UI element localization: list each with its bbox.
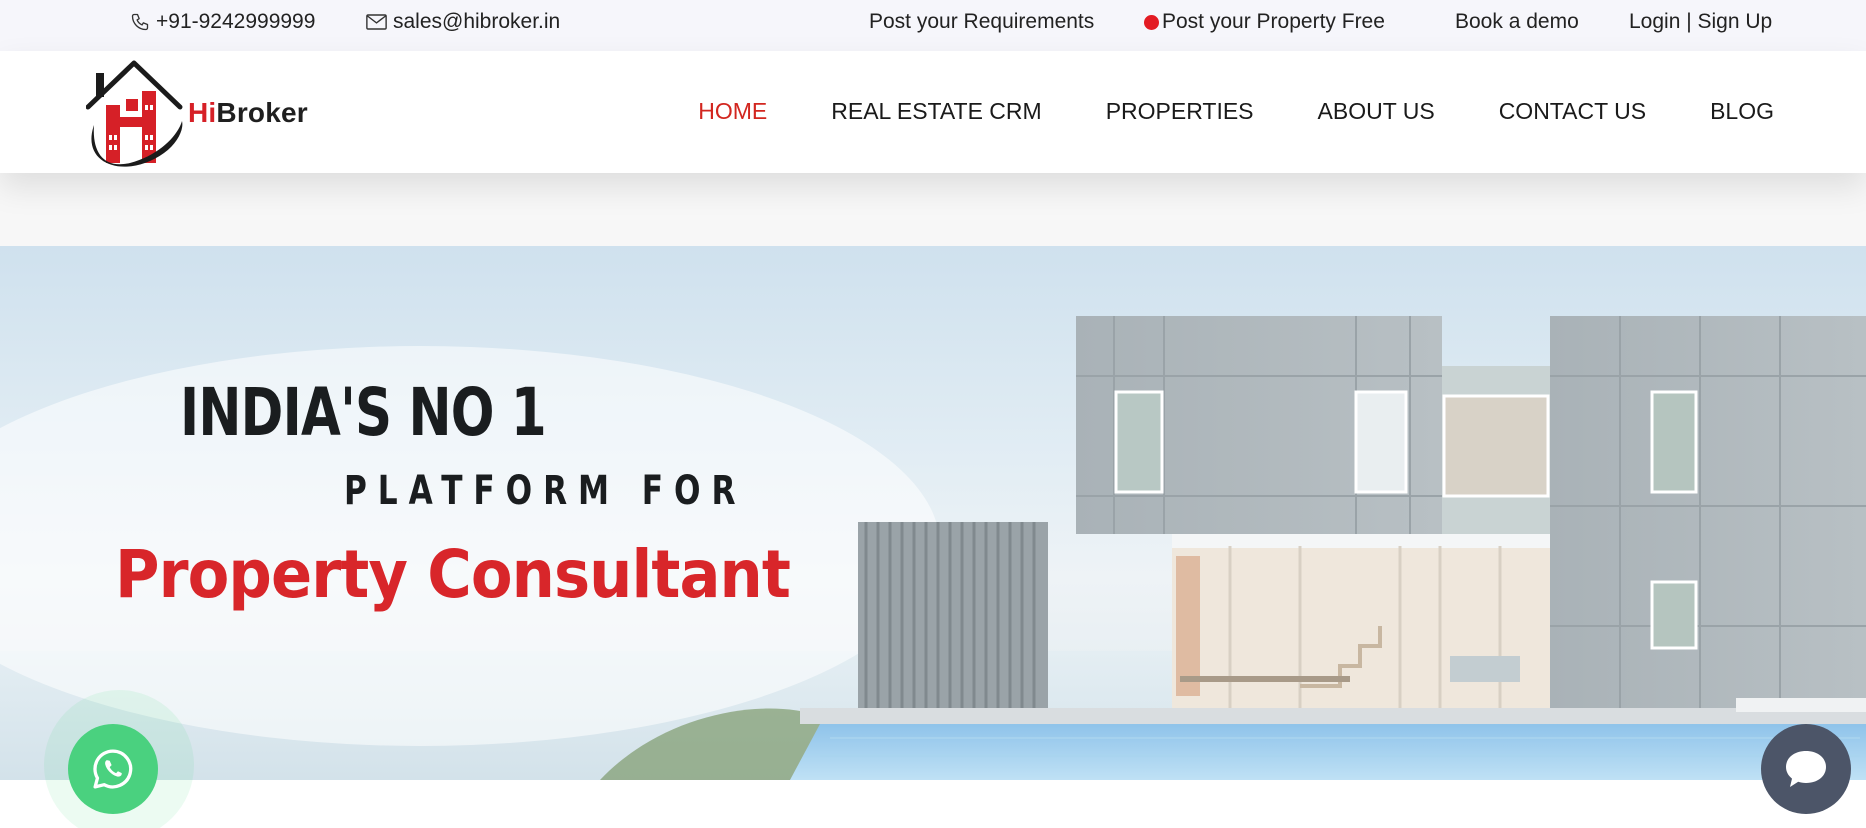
post-property-label: Post your Property Free [1162,10,1385,33]
nav-contact-us[interactable]: CONTACT US [1499,98,1646,125]
brand-logo[interactable]: HiBroker [86,55,326,175]
live-dot-icon [1144,14,1159,30]
header-spacer [0,173,1866,246]
house-logo-icon [86,60,183,167]
nav-real-estate-crm[interactable]: REAL ESTATE CRM [831,98,1041,125]
nav-blog[interactable]: BLOG [1710,98,1774,125]
nav-home[interactable]: HOME [698,98,767,125]
main-header: HiBroker HOME REAL ESTATE CRM PROPERTIES… [0,51,1866,173]
live-chat-button[interactable] [1761,724,1851,814]
whatsapp-button[interactable] [68,724,158,814]
villa-pool-illustration [0,316,1866,780]
page-bottom-strip [0,780,1866,828]
phone-icon [131,13,149,31]
hero-headline: INDIA'S NO 1 [180,374,547,451]
hero-subheadline: PLATFORM FOR [344,468,747,514]
chat-bubble-icon [1786,751,1826,787]
hero-tagline: Property Consultant [115,536,791,613]
nav-about-us[interactable]: ABOUT US [1318,98,1435,125]
brand-name: HiBroker [188,97,308,128]
post-property-link[interactable]: Post your Property Free [1144,10,1385,34]
phone-link[interactable]: +91-9242999999 [130,10,315,34]
mail-icon [366,14,387,30]
whatsapp-icon [93,749,133,789]
main-nav: HOME REAL ESTATE CRM PROPERTIES ABOUT US… [634,98,1774,125]
post-requirements-link[interactable]: Post your Requirements [869,10,1094,34]
nav-properties[interactable]: PROPERTIES [1106,98,1254,125]
top-contact-bar: +91-9242999999 sales@hibroker.in Post yo… [0,0,1866,51]
email-link[interactable]: sales@hibroker.in [366,10,560,34]
login-signup-link[interactable]: Login | Sign Up [1629,10,1772,34]
email-address: sales@hibroker.in [393,10,561,33]
hero-banner[interactable]: INDIA'S NO 1 PLATFORM FOR Property Consu… [0,246,1866,780]
phone-number: +91-9242999999 [156,10,316,33]
book-demo-link[interactable]: Book a demo [1455,10,1579,34]
